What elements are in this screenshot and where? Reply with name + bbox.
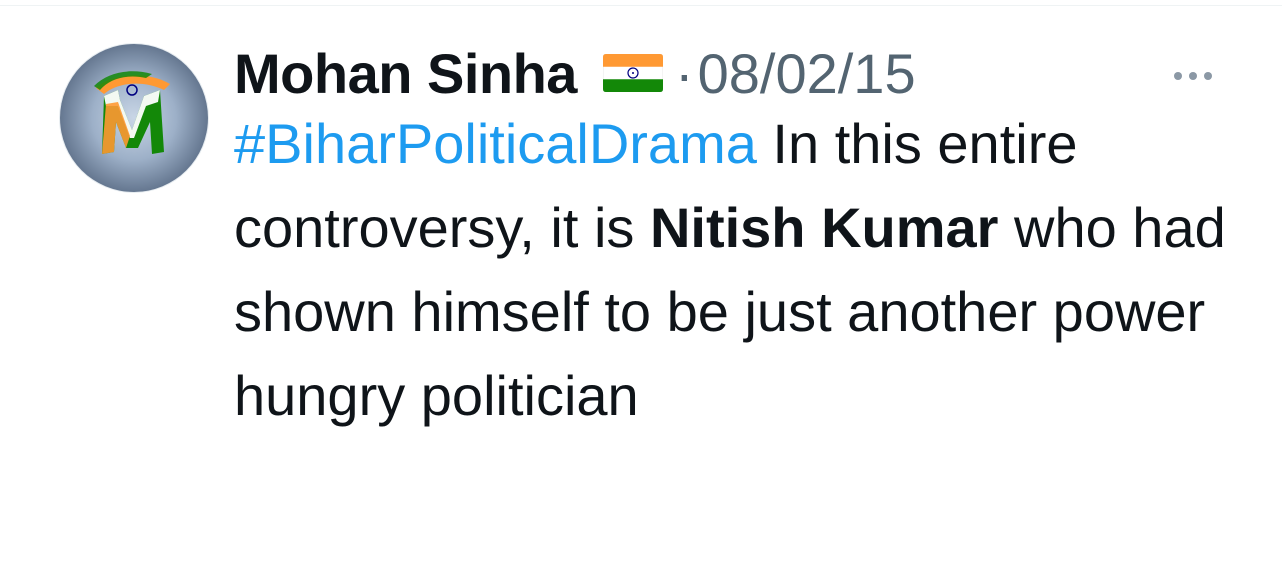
tweet-header: Mohan Sinha · 08/02/15 xyxy=(234,38,1234,108)
more-options-button[interactable] xyxy=(1168,52,1218,96)
tweet-body: Mohan Sinha · 08/02/15 #BiharPoliticalDr… xyxy=(234,38,1234,438)
avatar-logo-icon xyxy=(94,71,170,154)
tweet-text: #BiharPoliticalDrama In this entire cont… xyxy=(234,102,1234,438)
avatar[interactable] xyxy=(60,44,208,192)
top-divider xyxy=(0,5,1282,6)
india-flag-icon xyxy=(602,54,663,92)
display-name[interactable]: Mohan Sinha xyxy=(234,41,577,106)
tweet-text-bold: Nitish Kumar xyxy=(649,196,999,259)
hashtag-link[interactable]: #BiharPoliticalDrama xyxy=(234,112,757,175)
header-separator: · xyxy=(674,41,694,105)
tweet-date[interactable]: 08/02/15 xyxy=(698,41,916,106)
